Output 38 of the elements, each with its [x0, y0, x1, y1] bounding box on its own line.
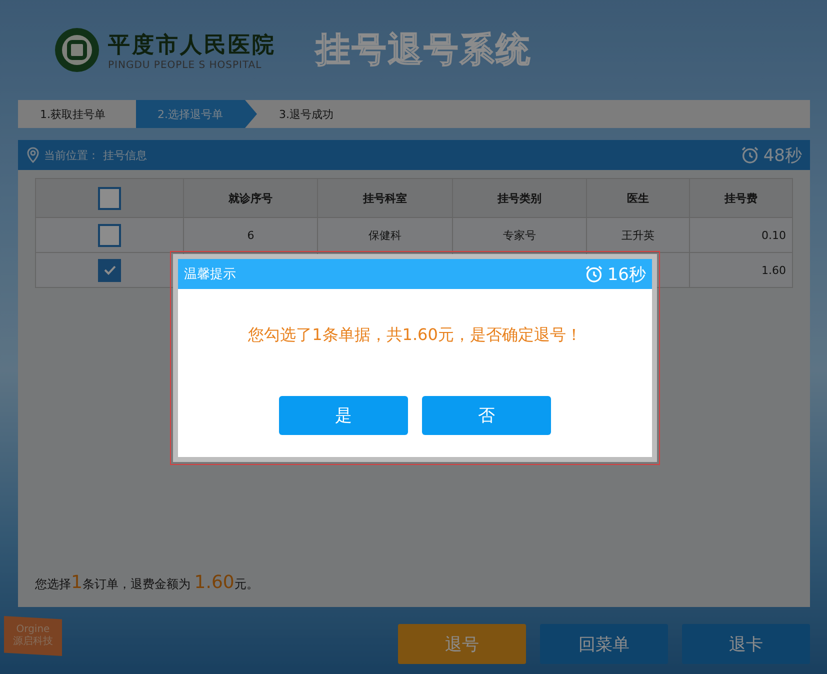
table-cell: 0.10 — [690, 218, 792, 252]
column-header: 就诊序号 — [184, 178, 318, 218]
table-cell: 6 — [184, 218, 318, 252]
brand-subtitle: 源启科技 — [13, 636, 53, 648]
hospital-name: 平度市人民医院 — [108, 30, 276, 60]
location-label: 当前位置： — [44, 148, 99, 162]
brand-name: Orgine — [16, 624, 50, 636]
hospital-emblem-icon — [54, 27, 100, 73]
checkbox[interactable] — [98, 258, 121, 282]
dialog-countdown: 16秒 — [607, 264, 646, 286]
checkbox[interactable] — [98, 224, 121, 246]
hospital-name-english: PINGDU PEOPLE S HOSPITAL — [108, 60, 263, 70]
location-pin-icon — [26, 147, 40, 163]
column-header: 挂号类别 — [452, 178, 587, 218]
step-tab[interactable]: 2.选择退号单 — [136, 100, 257, 128]
step-tab[interactable]: 1.获取挂号单 — [18, 100, 128, 128]
location-value: 挂号信息 — [103, 148, 147, 162]
column-header: 挂号科室 — [318, 178, 452, 218]
alarm-clock-icon — [740, 145, 760, 165]
alarm-clock-icon — [584, 264, 604, 284]
action-button[interactable]: 退卡 — [682, 624, 810, 664]
action-button[interactable]: 回菜单 — [540, 624, 668, 664]
refund-summary: 您选择1条订单，退费金额为 1.60元。 — [35, 572, 260, 593]
step-tab[interactable]: 3.退号成功 — [257, 100, 356, 128]
dialog-title: 温馨提示 — [184, 266, 236, 283]
countdown-text: 48秒 — [763, 144, 802, 166]
table-cell: 1.60 — [690, 252, 792, 288]
dialog-message: 您勾选了1条单据，共1.60元，是否确定退号！ — [247, 325, 583, 346]
table-cell: 王升英 — [586, 218, 690, 252]
table-cell: 保健科 — [318, 218, 452, 252]
action-button[interactable]: 退号 — [398, 624, 526, 664]
dialog-button[interactable]: 否 — [422, 396, 551, 435]
table-cell: 专家号 — [452, 218, 587, 252]
column-header: 医生 — [586, 178, 690, 218]
system-title: 挂号退号系统 — [316, 29, 532, 72]
checkbox[interactable] — [98, 186, 121, 210]
column-header: 挂号费 — [690, 178, 792, 218]
dialog-button[interactable]: 是 — [279, 396, 408, 435]
